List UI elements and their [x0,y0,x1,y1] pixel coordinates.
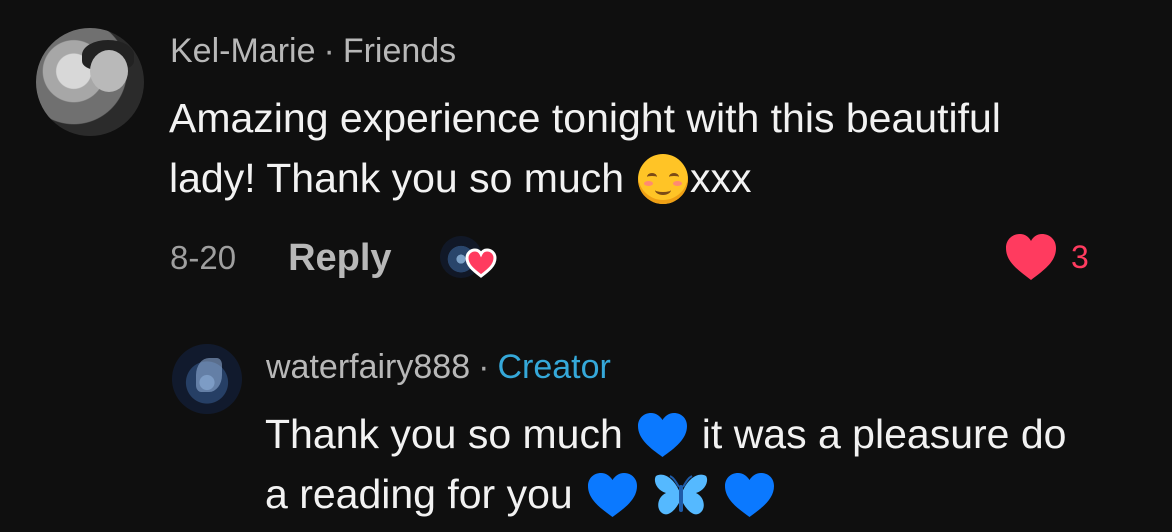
comment-date: 8-20 [170,239,237,276]
butterfly-icon [654,474,707,515]
reply-author-avatar[interactable] [172,344,242,414]
reply-text-line-1-prefix: Thank you so much [265,411,623,457]
fairy-avatar-detail [196,358,222,392]
blue-heart-icon [587,473,637,518]
reply-text-line-1: Thank you so much it was a pleasure do [265,404,1066,464]
friends-label: Friends [342,32,457,70]
like-count: 3 [1071,238,1089,275]
heart-icon[interactable] [1003,232,1059,282]
heart-icon [465,248,497,278]
comment-meta: 8-20 Reply [170,236,497,280]
avatar-photo-detail [90,50,128,92]
comment-text-line-2-suffix: xxx [690,155,752,201]
name-separator: · [478,348,490,386]
blue-heart-icon [637,413,687,458]
name-separator: · [323,32,335,70]
smiling-face-icon [638,154,689,205]
comment-author-line: Kel-Marie · Friends [170,34,456,68]
comment-text-line-2: lady! Thank you so much xxx [169,148,1001,208]
comment-author-name[interactable]: Kel-Marie [170,32,315,70]
reply-button[interactable]: Reply [288,237,391,280]
comment-text-line-2-prefix: lady! Thank you so much [169,155,625,201]
reply-text-line-2: a reading for you [265,464,1066,524]
reply-text-line-1-suffix: it was a pleasure do [701,411,1067,457]
creator-badge: Creator [497,348,611,386]
blue-heart-icon [724,473,774,518]
like-control[interactable]: 3 [1003,232,1089,282]
reply-text: Thank you so much it was a pleasure do a … [265,404,1066,524]
reply-text-line-2-prefix: a reading for you [265,471,573,517]
comment-text: Amazing experience tonight with this bea… [169,88,1001,208]
author-avatar[interactable] [36,28,144,136]
comment-text-line-1: Amazing experience tonight with this bea… [169,95,1001,141]
reply-author-name[interactable]: waterfairy888 [266,348,470,386]
liked-by-creator [439,236,497,280]
reply-author-line: waterfairy888 · Creator [266,350,611,384]
comment-thread: Kel-Marie · Friends Amazing experience ton… [0,0,1172,532]
